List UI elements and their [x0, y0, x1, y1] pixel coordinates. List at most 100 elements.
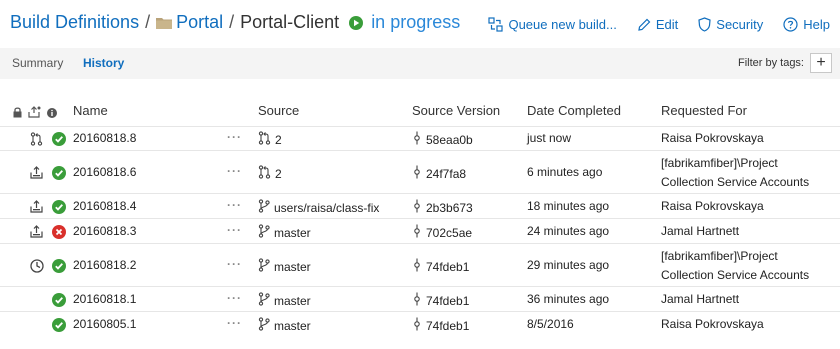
- header-icons: [13, 106, 63, 121]
- table-row[interactable]: 20160818.4 ··· users/raisa/class-fix 2b3b67…: [0, 193, 840, 218]
- commit-id: 58eaa0b: [426, 132, 473, 147]
- source-version[interactable]: 74fdeb1: [413, 292, 469, 309]
- in-progress-icon: [349, 15, 364, 30]
- breadcrumb-folder-portal[interactable]: Portal: [176, 12, 223, 33]
- commit-icon: [413, 258, 426, 275]
- table-row[interactable]: 20160818.1 ··· master 74fdeb1 36 minutes ago…: [0, 286, 840, 311]
- build-name[interactable]: 20160818.8: [73, 131, 136, 145]
- breadcrumb-separator: /: [145, 12, 151, 32]
- triggered-icon: [30, 166, 44, 182]
- date-completed: 8/5/2016: [527, 317, 574, 331]
- tab-bar: Summary History Filter by tags: +: [0, 48, 840, 79]
- lock-icon[interactable]: [13, 107, 22, 121]
- page-title: Portal-Client: [240, 12, 340, 32]
- shield-icon: [698, 17, 711, 32]
- queue-build-icon: [488, 17, 504, 32]
- table-row[interactable]: 20160818.8 ··· 2 58eaa0b just now Raisa Pokro…: [0, 126, 840, 150]
- source-branch[interactable]: users/raisa/class-fix: [258, 199, 379, 216]
- build-name[interactable]: 20160805.1: [73, 317, 136, 331]
- commit-id: 2b3b673: [426, 200, 473, 215]
- branch-icon: [258, 258, 274, 275]
- info-icon[interactable]: [47, 107, 57, 121]
- source-branch[interactable]: master: [258, 317, 311, 334]
- date-completed: just now: [527, 131, 572, 145]
- table-row[interactable]: 20160805.1 ··· master 74fdeb1 8/5/2016 Raisa …: [0, 311, 840, 336]
- build-name[interactable]: 20160818.6: [73, 165, 136, 179]
- queue-new-build-label: Queue new build...: [508, 17, 617, 32]
- success-icon: [52, 293, 66, 310]
- more-actions-button[interactable]: ···: [227, 130, 242, 144]
- table-row[interactable]: 20160818.2 ··· master 74fdeb1 29 minutes ago…: [0, 243, 840, 286]
- date-completed: 24 minutes ago: [527, 224, 610, 238]
- source-version[interactable]: 702c5ae: [413, 224, 472, 241]
- commit-icon: [413, 317, 426, 334]
- breadcrumb-separator: /: [229, 12, 235, 32]
- commit-icon: [413, 131, 426, 148]
- date-completed: 6 minutes ago: [527, 165, 603, 179]
- more-actions-button[interactable]: ···: [227, 198, 242, 212]
- build-name[interactable]: 20160818.3: [73, 224, 136, 238]
- failure-icon: [52, 225, 66, 242]
- source-label: master: [274, 225, 311, 240]
- date-completed: 29 minutes ago: [527, 258, 610, 272]
- column-header-source[interactable]: Source: [258, 103, 299, 118]
- success-icon: [52, 259, 66, 276]
- requested-for: Jamal Hartnett: [661, 224, 740, 238]
- source-branch[interactable]: 2: [258, 131, 282, 148]
- build-name[interactable]: 20160818.1: [73, 292, 136, 306]
- date-completed: 18 minutes ago: [527, 199, 610, 213]
- help-button[interactable]: Help: [783, 17, 830, 32]
- build-status[interactable]: in progress: [371, 12, 460, 33]
- commit-id: 74fdeb1: [426, 259, 470, 274]
- source-version[interactable]: 74fdeb1: [413, 317, 469, 334]
- commit-icon: [413, 224, 426, 241]
- commit-icon: [413, 292, 426, 309]
- requested-for: Raisa Pokrovskaya: [661, 131, 764, 145]
- add-tag-filter-button[interactable]: +: [810, 53, 832, 73]
- build-name[interactable]: 20160818.2: [73, 258, 136, 272]
- triggered-icon: [30, 200, 44, 216]
- source-label: users/raisa/class-fix: [274, 200, 380, 215]
- tab-summary[interactable]: Summary: [12, 56, 63, 70]
- source-branch[interactable]: 2: [258, 165, 282, 182]
- requested-for: [fabrikamfiber]\Project Collection Servi…: [661, 249, 810, 282]
- more-actions-button[interactable]: ···: [227, 223, 242, 237]
- branch-icon: [258, 224, 274, 241]
- tab-history[interactable]: History: [83, 56, 124, 70]
- column-header-date-completed[interactable]: Date Completed: [527, 103, 621, 118]
- source-branch[interactable]: master: [258, 258, 311, 275]
- table-row[interactable]: 20160818.3 ··· master 702c5ae 24 minutes ago…: [0, 218, 840, 243]
- commit-icon: [413, 165, 426, 182]
- column-header-source-version[interactable]: Source Version: [412, 103, 500, 118]
- table-row[interactable]: 20160818.6 ··· 2 24f7fa8 6 minutes ago [fabri…: [0, 150, 840, 193]
- edit-button[interactable]: Edit: [637, 17, 678, 32]
- source-branch[interactable]: master: [258, 224, 311, 241]
- reason-icon[interactable]: [28, 106, 41, 121]
- requested-for: Raisa Pokrovskaya: [661, 199, 764, 213]
- more-actions-button[interactable]: ···: [227, 291, 242, 305]
- source-version[interactable]: 2b3b673: [413, 199, 473, 216]
- more-actions-button[interactable]: ···: [227, 257, 242, 271]
- column-header-requested-for[interactable]: Requested For: [661, 103, 747, 118]
- queue-new-build-button[interactable]: Queue new build...: [488, 17, 617, 32]
- breadcrumb-build-definitions[interactable]: Build Definitions: [10, 12, 139, 33]
- security-button[interactable]: Security: [698, 17, 763, 32]
- column-header-name[interactable]: Name: [73, 103, 108, 118]
- edit-label: Edit: [655, 17, 679, 32]
- commit-id: 74fdeb1: [426, 293, 470, 308]
- commit-id: 702c5ae: [426, 225, 473, 240]
- branch-icon: [258, 317, 274, 334]
- more-actions-button[interactable]: ···: [227, 164, 242, 178]
- source-version[interactable]: 24f7fa8: [413, 165, 466, 182]
- more-actions-button[interactable]: ···: [227, 316, 242, 330]
- source-version[interactable]: 58eaa0b: [413, 131, 473, 148]
- source-branch[interactable]: master: [258, 292, 311, 309]
- security-label: Security: [716, 17, 764, 32]
- help-icon: [783, 17, 798, 32]
- requested-for: Raisa Pokrovskaya: [661, 317, 764, 331]
- source-version[interactable]: 74fdeb1: [413, 258, 469, 275]
- source-label: master: [274, 293, 311, 308]
- success-icon: [52, 200, 66, 217]
- build-name[interactable]: 20160818.4: [73, 199, 136, 213]
- header-actions: Queue new build... Edit Security Help: [468, 17, 830, 32]
